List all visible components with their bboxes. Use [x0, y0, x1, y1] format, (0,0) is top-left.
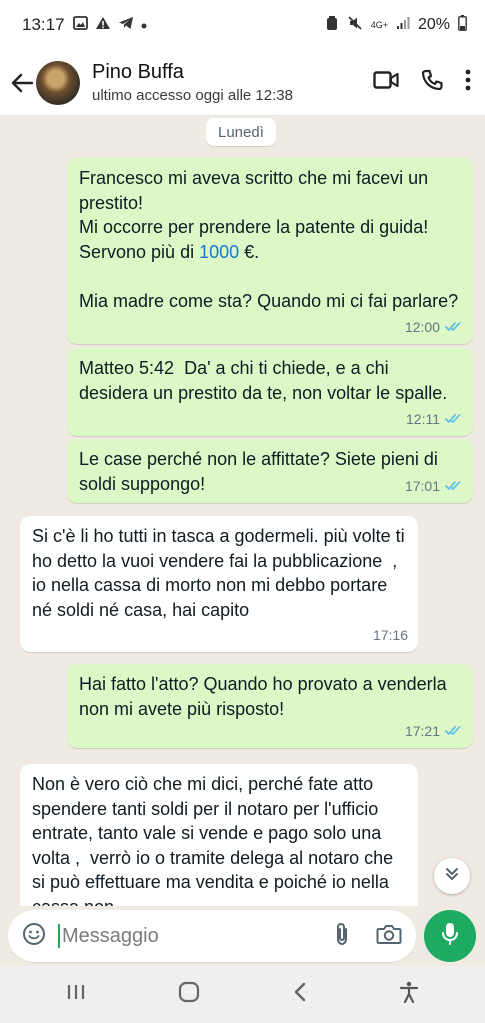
scroll-down-button[interactable] — [434, 858, 470, 894]
message-text: Matteo 5:42 Da' a chi ti chiede, e a chi… — [79, 358, 448, 403]
outgoing-message[interactable]: Hai fatto l'atto? Quando ho provato a ve… — [67, 664, 473, 748]
network-type: 4G+ — [370, 19, 388, 30]
message-input[interactable]: Messaggio — [8, 910, 416, 962]
accessibility-icon[interactable] — [399, 981, 419, 1008]
outgoing-message[interactable]: Matteo 5:42 Da' a chi ti chiede, e a chi… — [67, 348, 473, 436]
gallery-icon — [72, 15, 88, 35]
mic-button[interactable] — [424, 910, 476, 962]
message-text: Le case perché non le affittate? Siete p… — [79, 449, 443, 494]
message-placeholder[interactable]: Messaggio — [58, 924, 159, 948]
message-time: 17:16 — [372, 626, 408, 643]
double-chevron-down-icon — [444, 866, 460, 887]
phone-icon[interactable] — [421, 69, 443, 96]
telegram-icon — [118, 16, 134, 35]
alarm-icon — [325, 15, 339, 36]
battery-percent: 20% — [417, 16, 450, 33]
message-time: 12:00 — [404, 318, 440, 335]
video-call-icon[interactable] — [373, 71, 399, 94]
read-ticks-icon — [445, 474, 463, 499]
avatar[interactable] — [36, 60, 80, 105]
message-text: Francesco mi aveva scritto che mi facevi… — [79, 168, 459, 311]
back-nav-icon[interactable] — [293, 982, 307, 1007]
signal-icon — [396, 16, 410, 35]
status-bar: 13:17 4G+ 20% — [0, 0, 485, 50]
incoming-message[interactable]: Si c'è li ho tutti in tasca a godermeli.… — [20, 516, 418, 652]
message-text: Si c'è li ho tutti in tasca a godermeli.… — [32, 526, 410, 620]
read-ticks-icon — [445, 719, 463, 744]
status-time: 13:17 — [22, 15, 65, 34]
last-seen: ultimo accesso oggi alle 12:38 — [92, 87, 293, 104]
read-ticks-icon — [445, 315, 463, 340]
outgoing-message[interactable]: Francesco mi aveva scritto che mi facevi… — [67, 158, 473, 344]
message-text: Non è vero ciò che mi dici, perché fate … — [32, 774, 394, 906]
battery-icon — [458, 14, 467, 36]
message-meta: 12:00 — [405, 315, 463, 340]
warning-icon — [95, 16, 111, 35]
number-link[interactable]: 1000 — [199, 242, 239, 262]
home-icon[interactable] — [178, 981, 200, 1008]
mute-icon — [347, 15, 363, 36]
incoming-message[interactable]: Non è vero ciò che mi dici, perché fate … — [20, 764, 418, 906]
message-time: 17:01 — [404, 477, 440, 494]
input-bar: Messaggio — [0, 906, 485, 966]
chat-area[interactable]: Lunedì Francesco mi aveva scritto che mi… — [0, 116, 485, 906]
message-time: 12:11 — [406, 410, 440, 427]
dot-icon — [141, 16, 147, 34]
attach-icon[interactable] — [334, 922, 350, 951]
read-ticks-icon — [445, 407, 463, 432]
contact-info[interactable]: Pino Buffa ultimo accesso oggi alle 12:3… — [92, 61, 293, 104]
more-vert-icon[interactable] — [465, 69, 471, 96]
camera-icon[interactable] — [376, 923, 402, 950]
message-meta: 17:01 — [405, 474, 463, 499]
system-nav-bar — [0, 966, 485, 1023]
message-text: Hai fatto l'atto? Quando ho provato a ve… — [79, 674, 452, 719]
message-meta: 12:11 — [406, 407, 463, 432]
date-separator: Lunedì — [206, 118, 276, 146]
chat-header: Pino Buffa ultimo accesso oggi alle 12:3… — [0, 50, 485, 116]
emoji-icon[interactable] — [22, 922, 46, 951]
mic-icon — [440, 922, 460, 951]
contact-name: Pino Buffa — [92, 61, 184, 83]
message-meta: 17:16 — [373, 623, 408, 648]
recent-apps-icon[interactable] — [66, 983, 86, 1006]
message-meta: 17:21 — [405, 719, 463, 744]
message-time: 17:21 — [404, 722, 440, 739]
outgoing-message[interactable]: Le case perché non le affittate? Siete p… — [67, 439, 473, 503]
